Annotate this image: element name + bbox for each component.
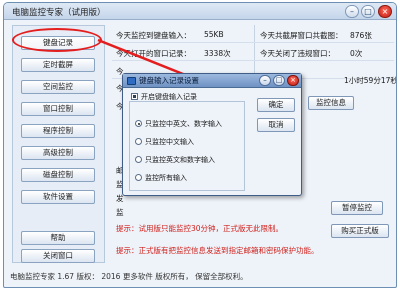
- option-radio-cn-en-digits[interactable]: [135, 120, 142, 127]
- kb-input-value: 55KB: [204, 30, 224, 39]
- monitor-info-button[interactable]: 监控信息: [308, 96, 354, 110]
- closed-windows-value: 0次: [350, 49, 363, 58]
- pause-monitor-button[interactable]: 暂停监控: [331, 201, 383, 215]
- keyboard-icon: [127, 77, 136, 85]
- minimize-button[interactable]: –: [345, 5, 359, 18]
- help-button[interactable]: 帮助: [21, 231, 95, 245]
- opened-windows-label: 今天打开的窗口记录：: [116, 49, 191, 58]
- screenshots-label: 今天共截屏窗口共截图：: [260, 31, 343, 40]
- close-button[interactable]: ×: [378, 5, 392, 18]
- dialog-title: 键盘输入记录设置: [139, 76, 199, 85]
- sidebar-item-window-control[interactable]: 窗口控制: [21, 102, 95, 116]
- dialog-cancel-button[interactable]: 取消: [257, 118, 295, 132]
- close-window-button[interactable]: 关闭窗口: [21, 249, 95, 263]
- screenshots-value: 876张: [350, 31, 372, 40]
- sidebar-item-timed-screenshot[interactable]: 定时截屏: [21, 58, 95, 72]
- dialog-maximize-button[interactable]: □: [273, 75, 285, 86]
- option-label-cn-only[interactable]: 只监控中文输入: [145, 137, 194, 147]
- tip-email-protect: 提示：正式版有把监控信息发送到指定邮箱和密码保护功能。: [116, 246, 319, 255]
- opened-windows-value: 3338次: [204, 49, 231, 58]
- closed-windows-label: 今天关闭了违规窗口：: [260, 49, 335, 58]
- row-divider: [112, 60, 394, 61]
- monitor-time-value: 1小时59分17秒: [344, 76, 397, 85]
- row-divider: [112, 42, 394, 43]
- option-label-cn-en-digits[interactable]: 只监控中英文、数字输入: [145, 119, 222, 129]
- option-radio-en-digits[interactable]: [135, 156, 142, 163]
- annotation-highlight-oval: [12, 28, 102, 52]
- sidebar-item-program-control[interactable]: 程序控制: [21, 124, 95, 138]
- buy-full-version-button[interactable]: 购买正式版: [331, 224, 389, 238]
- side-label: 监: [116, 208, 124, 217]
- maximize-button[interactable]: □: [361, 5, 375, 18]
- option-label-all[interactable]: 监控所有输入: [145, 173, 187, 183]
- option-radio-all[interactable]: [135, 174, 142, 181]
- option-label-en-digits[interactable]: 只监控英文和数字输入: [145, 155, 215, 165]
- status-bar: 电脑监控专家 1.67 版权： 2016 更多软件 版权所有， 保留全部权利。: [10, 272, 248, 281]
- window-title: 电脑监控专家（试用版）: [12, 8, 106, 18]
- dialog-close-button[interactable]: ×: [287, 75, 299, 86]
- kb-input-label: 今天监控到键盘输入：: [116, 31, 191, 40]
- sidebar-item-space-monitor[interactable]: 空间监控: [21, 80, 95, 94]
- sidebar: 键盘记录 定时截屏 空间监控 窗口控制 程序控制 高级控制 磁盘控制 软件设置 …: [12, 25, 105, 263]
- keyboard-log-settings-dialog: 键盘输入记录设置 – □ × 开启键盘输入记录 只监控中英文、数字输入 只监控中…: [122, 73, 302, 196]
- dialog-minimize-button[interactable]: –: [259, 75, 271, 86]
- sidebar-item-disk-control[interactable]: 磁盘控制: [21, 168, 95, 182]
- option-radio-cn-only[interactable]: [135, 138, 142, 145]
- sidebar-item-advanced-control[interactable]: 高级控制: [21, 146, 95, 160]
- dialog-ok-button[interactable]: 确定: [257, 98, 295, 112]
- sidebar-item-software-settings[interactable]: 软件设置: [21, 190, 95, 204]
- title-bar[interactable]: 电脑监控专家（试用版） – □ ×: [4, 3, 396, 20]
- tip-trial-limit: 提示：试用版只能监控30分钟，正式版无此限制。: [116, 224, 284, 233]
- enable-keyboard-log-checkbox[interactable]: [131, 93, 138, 100]
